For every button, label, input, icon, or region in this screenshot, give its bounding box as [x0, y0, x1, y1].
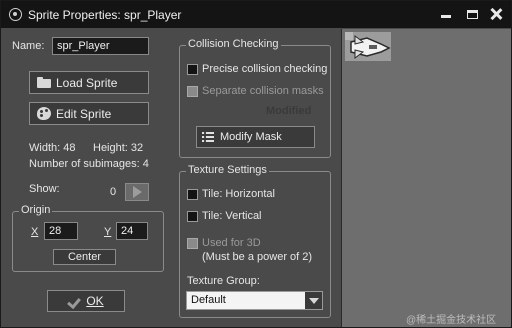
- load-sprite-label: Load Sprite: [56, 75, 118, 90]
- close-button[interactable]: [481, 4, 511, 24]
- ok-button[interactable]: OK: [47, 290, 125, 312]
- origin-y-input[interactable]: [116, 222, 148, 240]
- width-text: Width: 48: [29, 142, 76, 154]
- height-text: Height: 32: [93, 142, 144, 154]
- modified-text: Modified: [266, 105, 312, 117]
- folder-icon: [37, 77, 51, 88]
- title-bar[interactable]: Sprite Properties: spr_Player: [1, 1, 511, 28]
- texture-settings-title: Texture Settings: [186, 164, 269, 176]
- modify-mask-label: Modify Mask: [220, 131, 282, 143]
- edit-sprite-button[interactable]: Edit Sprite: [29, 102, 149, 125]
- tile-vertical-label: Tile: Vertical: [202, 210, 262, 222]
- arrow-right-icon: [132, 186, 142, 198]
- window-title: Sprite Properties: spr_Player: [28, 8, 182, 22]
- palette-icon: [37, 107, 51, 120]
- texture-group-label: Texture Group:: [187, 275, 260, 287]
- show-value: 0: [110, 186, 117, 198]
- load-sprite-button[interactable]: Load Sprite: [29, 71, 149, 94]
- checkmark-icon: [68, 295, 82, 307]
- separate-masks-checkbox[interactable]: [187, 86, 198, 97]
- center-button[interactable]: Center: [53, 249, 116, 265]
- list-icon: [202, 131, 214, 143]
- chevron-down-icon: [308, 297, 319, 304]
- used-for-3d-label: Used for 3D: [202, 237, 261, 249]
- tile-horizontal-label: Tile: Horizontal: [202, 188, 275, 200]
- origin-title: Origin: [19, 204, 53, 216]
- power-of-2-note: (Must be a power of 2): [202, 251, 313, 263]
- next-subimage-button[interactable]: [125, 183, 149, 201]
- sprite-properties-window: Sprite Properties: spr_Player Name: Load…: [0, 0, 512, 328]
- precise-collision-checkbox[interactable]: [187, 64, 198, 75]
- separate-masks-label: Separate collision masks: [202, 85, 324, 97]
- show-label: Show:: [29, 183, 60, 195]
- sprite-thumbnail: [345, 32, 391, 61]
- origin-x-input[interactable]: [44, 222, 78, 240]
- texture-group-select[interactable]: Default: [186, 291, 323, 310]
- minimize-icon: [441, 14, 451, 18]
- watermark: @稀土掘金技术社区: [406, 315, 497, 326]
- name-label: Name:: [12, 40, 45, 52]
- ok-button-label: OK: [86, 294, 104, 308]
- texture-group-value: Default: [191, 294, 226, 306]
- origin-x-label: X: [31, 226, 39, 238]
- close-icon: [490, 8, 502, 20]
- name-input[interactable]: [52, 37, 149, 55]
- collision-title: Collision Checking: [186, 38, 281, 50]
- tile-horizontal-checkbox[interactable]: [187, 189, 198, 200]
- edit-sprite-label: Edit Sprite: [56, 106, 112, 121]
- center-button-label: Center: [67, 251, 102, 263]
- app-icon: [9, 8, 22, 21]
- tile-vertical-checkbox[interactable]: [187, 211, 198, 222]
- texture-group-dropdown-button[interactable]: [305, 292, 322, 309]
- subimages-text: Number of subimages: 4: [29, 158, 149, 170]
- precise-collision-label: Precise collision checking: [202, 63, 328, 75]
- used-for-3d-checkbox[interactable]: [187, 238, 198, 249]
- origin-y-label: Y: [104, 226, 112, 238]
- sprite-preview-panel: [341, 29, 511, 327]
- maximize-icon: [466, 9, 478, 19]
- modify-mask-button[interactable]: Modify Mask: [196, 126, 315, 148]
